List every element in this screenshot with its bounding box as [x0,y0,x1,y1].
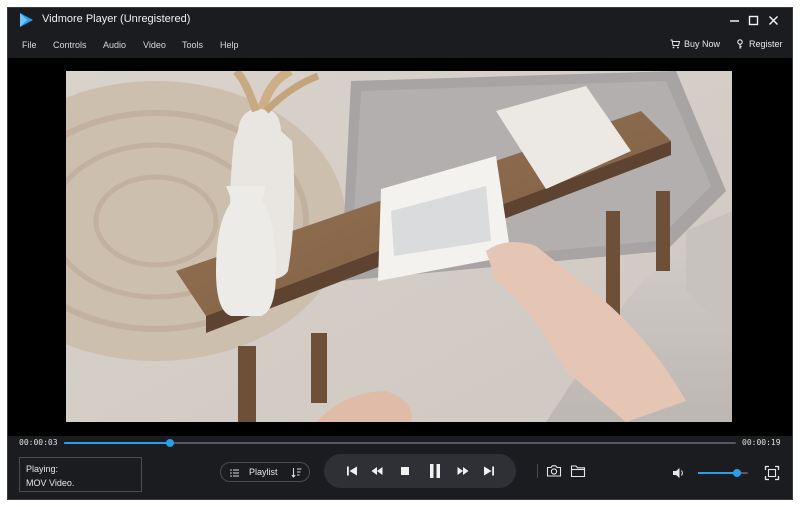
volume-icon[interactable] [672,466,686,480]
previous-button[interactable] [345,464,359,478]
maximize-icon [748,15,758,25]
player-window: Vidmore Player (Unregistered) File Contr… [7,7,793,500]
total-time: 00:00:19 [742,438,781,447]
now-playing-label: Playing: [26,464,59,474]
list-icon [230,469,239,477]
volume-slider[interactable] [698,469,748,477]
video-frame[interactable] [66,71,732,422]
register-label: Register [749,39,783,49]
video-area[interactable] [8,58,792,436]
maximize-button[interactable] [745,12,761,28]
fullscreen-icon[interactable] [764,465,780,481]
cart-icon [670,39,680,49]
skip-previous-icon [347,466,357,476]
folder-icon [570,465,586,478]
rewind-button[interactable] [370,464,384,478]
transport-controls [324,454,516,488]
minimize-icon [729,19,739,22]
video-scene-image [66,71,732,422]
register-button[interactable]: Register [735,39,783,49]
pause-button[interactable] [427,462,443,480]
menu-help[interactable]: Help [220,40,239,50]
app-logo-icon [20,13,33,27]
menu-video[interactable]: Video [143,40,166,50]
key-icon [737,39,743,49]
stop-button[interactable] [398,464,412,478]
menu-bar: File Controls Audio Video Tools Help Buy… [8,34,792,58]
app-title: Vidmore Player (Unregistered) [42,13,191,25]
volume-handle[interactable] [733,469,741,477]
snapshot-button[interactable] [546,463,562,479]
playlist-label: Playlist [249,467,278,477]
playlist-button[interactable]: Playlist [220,462,310,482]
buy-now-button[interactable]: Buy Now [670,39,720,49]
sort-icon[interactable] [291,467,302,478]
stop-icon [401,467,409,475]
open-folder-button[interactable] [570,463,586,479]
now-playing-box: Playing: MOV Video. [19,457,142,492]
fast-forward-icon [457,467,469,475]
menu-audio[interactable]: Audio [103,40,126,50]
progress-handle[interactable] [166,439,175,447]
buy-now-label: Buy Now [684,39,721,49]
close-button[interactable] [765,12,781,28]
title-bar: Vidmore Player (Unregistered) [8,8,792,32]
minimize-button[interactable] [726,12,742,28]
menu-file[interactable]: File [22,40,37,50]
next-button[interactable] [482,464,496,478]
fast-forward-button[interactable] [456,464,470,478]
menu-tools[interactable]: Tools [182,40,203,50]
skip-next-icon [484,466,494,476]
progress-bar[interactable] [64,439,736,447]
pause-icon [430,464,440,478]
close-icon [768,15,778,25]
menu-controls[interactable]: Controls [53,40,87,50]
camera-icon [546,465,562,477]
toolbar-divider [537,464,538,478]
now-playing-format: MOV Video. [26,478,75,488]
current-time: 00:00:03 [19,438,58,447]
rewind-icon [371,467,383,475]
volume-fill [698,472,737,474]
progress-fill [64,442,171,444]
